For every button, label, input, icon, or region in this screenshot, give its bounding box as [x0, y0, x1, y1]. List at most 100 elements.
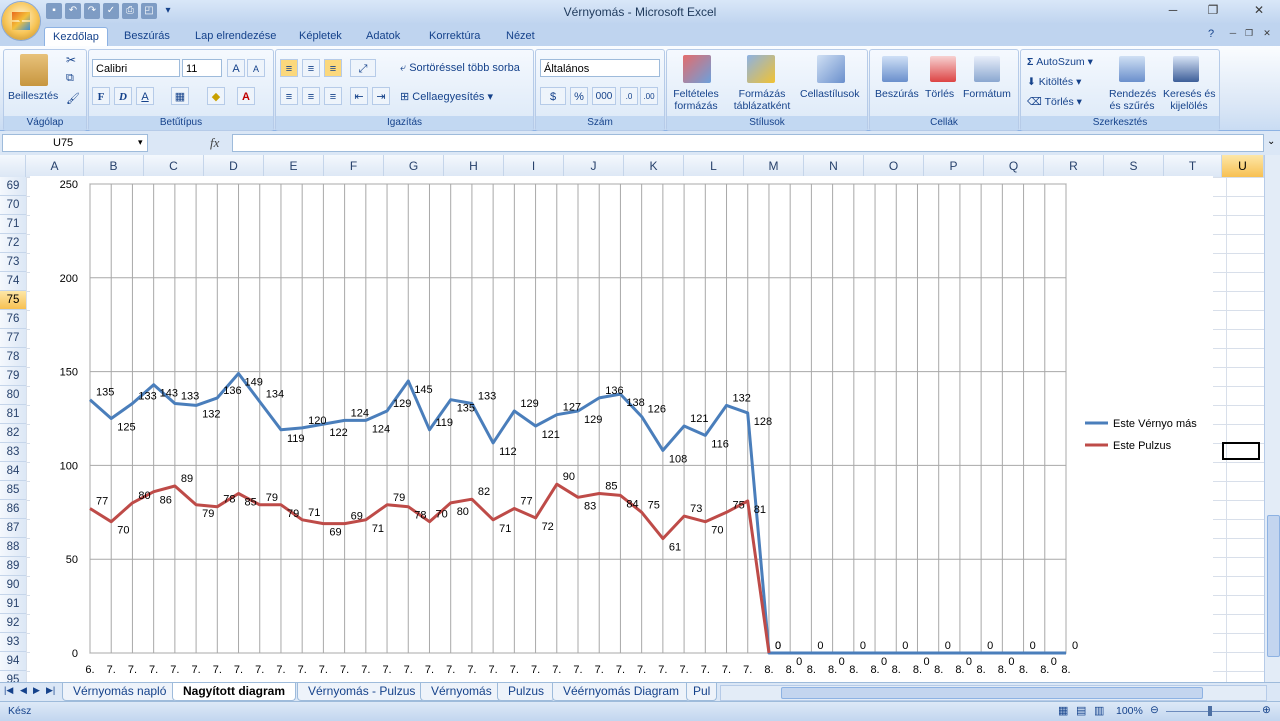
clear-button[interactable]: ⌫ Törlés ▾ — [1027, 96, 1082, 108]
row-header-82[interactable]: 82 — [0, 424, 26, 443]
column-header-o[interactable]: O — [864, 155, 924, 177]
cell-styles-button[interactable]: Cellastílusok — [800, 88, 860, 100]
align-top-icon[interactable]: ≡ — [280, 59, 298, 77]
page-break-view-icon[interactable]: ▥ — [1094, 704, 1104, 717]
align-center-icon[interactable]: ≡ — [302, 87, 320, 105]
column-header-n[interactable]: N — [804, 155, 864, 177]
row-header-89[interactable]: 89 — [0, 557, 26, 576]
copy-icon[interactable]: ⧉ — [66, 72, 74, 85]
column-header-l[interactable]: L — [684, 155, 744, 177]
row-header-90[interactable]: 90 — [0, 576, 26, 595]
ribbon-close-button[interactable]: ✕ — [1256, 28, 1278, 44]
tab-view[interactable]: Nézet — [498, 27, 543, 46]
conditional-formatting-button[interactable]: Feltételes formázás — [673, 88, 719, 112]
font-size-select[interactable]: 11 — [182, 59, 222, 77]
row-header-77[interactable]: 77 — [0, 329, 26, 348]
expand-formula-icon[interactable]: ⌄ — [1267, 136, 1275, 147]
row-header-94[interactable]: 94 — [0, 652, 26, 671]
column-header-k[interactable]: K — [624, 155, 684, 177]
normal-view-icon[interactable]: ▦ — [1058, 704, 1068, 717]
row-header-81[interactable]: 81 — [0, 405, 26, 424]
number-format-select[interactable]: Általános — [540, 59, 660, 77]
column-header-m[interactable]: M — [744, 155, 804, 177]
zoom-out-icon[interactable]: ⊖ — [1150, 704, 1159, 716]
fill-color-icon[interactable]: ◆ — [207, 87, 225, 105]
row-header-86[interactable]: 86 — [0, 500, 26, 519]
row-header-85[interactable]: 85 — [0, 481, 26, 500]
chart-area[interactable]: 0 50 100 150 200 250 6. 7. 7. 7. 7. 7. 7. 7. 7. 7. 7. 7. 7… — [30, 176, 1213, 682]
paste-button[interactable]: Beillesztés — [8, 90, 58, 102]
row-header-95[interactable]: 95 — [0, 671, 26, 682]
paste-icon[interactable] — [20, 54, 48, 86]
row-header-91[interactable]: 91 — [0, 595, 26, 614]
cut-icon[interactable]: ✂ — [66, 53, 76, 67]
orientation-icon[interactable]: ⤢ — [350, 59, 376, 77]
font-color-icon[interactable]: A — [237, 87, 255, 105]
sheet-tab-7[interactable]: Pul — [686, 683, 718, 701]
column-header-r[interactable]: R — [1044, 155, 1104, 177]
tab-review[interactable]: Korrektúra — [421, 27, 488, 46]
zoom-slider-thumb[interactable] — [1208, 706, 1212, 716]
column-header-i[interactable]: I — [504, 155, 564, 177]
column-header-t[interactable]: T — [1164, 155, 1222, 177]
row-header-78[interactable]: 78 — [0, 348, 26, 367]
format-cells-icon[interactable] — [974, 56, 1000, 82]
percent-button[interactable]: % — [570, 87, 588, 105]
sheet-tab-5[interactable]: Pulzus — [497, 683, 556, 701]
row-header-79[interactable]: 79 — [0, 367, 26, 386]
row-header-80[interactable]: 80 — [0, 386, 26, 405]
tab-home[interactable]: Kezdőlap — [44, 27, 108, 47]
column-header-h[interactable]: H — [444, 155, 504, 177]
decrease-decimal-icon[interactable]: .00 — [640, 87, 658, 105]
row-header-72[interactable]: 72 — [0, 234, 26, 253]
row-header-88[interactable]: 88 — [0, 538, 26, 557]
horizontal-scrollbar[interactable] — [720, 685, 1267, 701]
sheet-tab-2[interactable]: Nagyított diagram — [172, 683, 297, 701]
column-header-p[interactable]: P — [924, 155, 984, 177]
insert-function-icon[interactable]: fx — [210, 135, 219, 151]
align-bottom-icon[interactable]: ≡ — [324, 59, 342, 77]
row-header-75[interactable]: 75 — [0, 291, 26, 310]
next-sheet-icon[interactable]: ▶ — [33, 685, 40, 696]
format-as-table-icon[interactable] — [747, 55, 775, 83]
increase-decimal-icon[interactable]: .0 — [620, 87, 638, 105]
name-box[interactable]: U75 — [2, 134, 148, 152]
help-icon[interactable]: ? — [1200, 28, 1222, 44]
delete-cells-button[interactable]: Törlés — [925, 88, 954, 100]
row-header-74[interactable]: 74 — [0, 272, 26, 291]
column-header-d[interactable]: D — [204, 155, 264, 177]
decrease-indent-icon[interactable]: ⇤ — [350, 87, 368, 105]
font-name-select[interactable]: Calibri — [92, 59, 180, 77]
insert-cells-button[interactable]: Beszúrás — [875, 88, 919, 100]
underline-button[interactable]: A — [136, 87, 154, 105]
sheet-tab-1[interactable]: Vérnyomás napló — [62, 683, 178, 701]
zoom-slider[interactable] — [1166, 711, 1260, 712]
tab-data[interactable]: Adatok — [358, 27, 408, 46]
page-layout-view-icon[interactable]: ▤ — [1076, 704, 1086, 717]
format-cells-button[interactable]: Formátum — [963, 88, 1011, 100]
autosum-button[interactable]: Σ AutoSzum ▾ — [1027, 56, 1093, 68]
wrap-text-button[interactable]: ⤶ Sortöréssel több sorba — [400, 62, 520, 75]
thousands-button[interactable]: 000 — [592, 87, 616, 105]
column-header-u[interactable]: U — [1222, 155, 1264, 177]
column-header-g[interactable]: G — [384, 155, 444, 177]
binoculars-icon[interactable] — [1173, 56, 1199, 82]
format-as-table-button[interactable]: Formázás táblázatként — [729, 88, 795, 112]
italic-button[interactable]: D — [114, 87, 132, 105]
merge-cells-button[interactable]: ⊞ Cellaegyesítés ▾ — [400, 90, 493, 103]
prev-sheet-icon[interactable]: ◀ — [20, 685, 27, 696]
row-header-76[interactable]: 76 — [0, 310, 26, 329]
formula-input[interactable] — [232, 134, 1264, 152]
sort-filter-button[interactable]: Rendezés és szűrés — [1109, 88, 1156, 112]
active-cell[interactable] — [1222, 442, 1260, 460]
sheet-tab-3[interactable]: Vérnyomás - Pulzus — [297, 683, 427, 701]
horizontal-scroll-thumb[interactable] — [781, 687, 1203, 699]
tab-insert[interactable]: Beszúrás — [116, 27, 178, 46]
row-header-83[interactable]: 83 — [0, 443, 26, 462]
column-header-c[interactable]: C — [144, 155, 204, 177]
column-header-b[interactable]: B — [84, 155, 144, 177]
vertical-scrollbar[interactable] — [1264, 155, 1280, 682]
grow-font-icon[interactable]: A — [227, 59, 245, 77]
row-header-69[interactable]: 69 — [0, 177, 26, 196]
format-painter-icon[interactable]: 🖌 — [66, 92, 80, 105]
